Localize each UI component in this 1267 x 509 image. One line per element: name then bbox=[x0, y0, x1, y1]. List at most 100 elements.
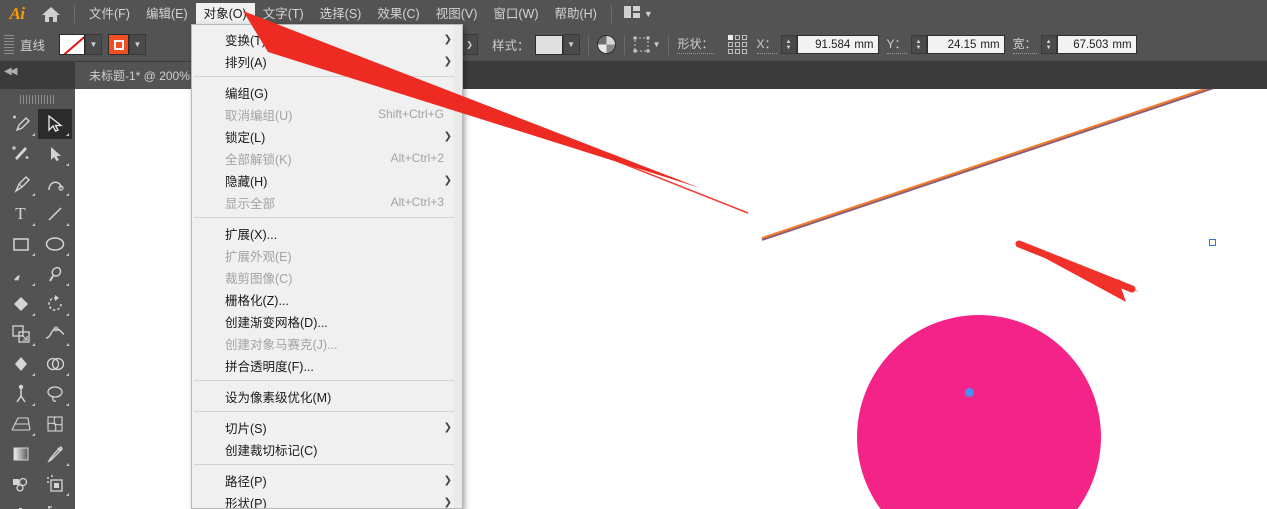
fill-dropdown-caret[interactable]: ▼ bbox=[85, 34, 102, 55]
column-graph-tool[interactable] bbox=[4, 499, 38, 509]
menu-select[interactable]: 选择(S) bbox=[312, 3, 370, 25]
home-icon[interactable] bbox=[34, 6, 68, 23]
menu-group-4: 切片(S)❯ 创建裁切标记(C) bbox=[192, 416, 462, 460]
free-transform-tool[interactable] bbox=[4, 349, 38, 379]
eraser-tool[interactable] bbox=[4, 289, 38, 319]
menu-item-expand[interactable]: 扩展(X)... bbox=[192, 222, 462, 244]
menu-type[interactable]: 文字(T) bbox=[255, 3, 312, 25]
tool-group-corner bbox=[32, 193, 35, 196]
lasso-tool[interactable] bbox=[38, 379, 72, 409]
blob-brush-tool[interactable] bbox=[38, 259, 72, 289]
paintbrush-tool[interactable] bbox=[4, 259, 38, 289]
collapse-panel-icon[interactable]: ◀◀ bbox=[4, 66, 15, 77]
fill-swatch[interactable] bbox=[59, 34, 85, 55]
menu-view[interactable]: 视图(V) bbox=[428, 3, 486, 25]
menu-group-0: 变换(T)❯ 排列(A)❯ bbox=[192, 28, 462, 72]
width-stepper[interactable]: ▲▼ bbox=[1041, 35, 1057, 54]
artwork-circle[interactable] bbox=[857, 315, 1101, 509]
menu-item-transform[interactable]: 变换(T)❯ bbox=[192, 28, 462, 50]
menu-item-label: 栅格化(Z)... bbox=[225, 290, 289, 309]
width-unit: mm bbox=[1112, 39, 1131, 51]
menu-file[interactable]: 文件(F) bbox=[81, 3, 138, 25]
width-label: 宽： bbox=[1013, 35, 1037, 54]
rectangle-tool[interactable] bbox=[4, 229, 38, 259]
shaper-tool[interactable] bbox=[4, 109, 38, 139]
style-dropdown-caret[interactable]: ▼ bbox=[563, 34, 580, 55]
menu-item-make-pixel-perfect[interactable]: 设为像素级优化(M) bbox=[192, 385, 462, 407]
tools-grid: T bbox=[0, 109, 75, 509]
menu-item-hide[interactable]: 隐藏(H)❯ bbox=[192, 169, 462, 191]
width-tool[interactable] bbox=[38, 319, 72, 349]
object-type-label: 直线 bbox=[20, 35, 45, 54]
puppet-warp-tool[interactable] bbox=[4, 379, 38, 409]
menu-separator bbox=[194, 464, 460, 465]
y-input[interactable]: 24.15 mm bbox=[927, 35, 1005, 54]
direct-selection-tool[interactable] bbox=[38, 139, 72, 169]
menu-item-arrange[interactable]: 排列(A)❯ bbox=[192, 50, 462, 72]
magic-wand-tool[interactable] bbox=[4, 139, 38, 169]
graphic-style-swatch[interactable] bbox=[535, 35, 563, 55]
menubar-divider bbox=[74, 5, 75, 23]
x-stepper[interactable]: ▲▼ bbox=[781, 35, 797, 54]
width-input[interactable]: 67.503 mm bbox=[1057, 35, 1137, 54]
menu-help[interactable]: 帮助(H) bbox=[547, 3, 605, 25]
menu-group-2: 扩展(X)... 扩展外观(E) 裁剪图像(C) 栅格化(Z)... 创建渐变网… bbox=[192, 222, 462, 376]
x-input[interactable]: 91.584 mm bbox=[797, 35, 879, 54]
menu-item-crop-image: 裁剪图像(C) bbox=[192, 266, 462, 288]
menu-item-lock[interactable]: 锁定(L)❯ bbox=[192, 125, 462, 147]
gradient-tool[interactable] bbox=[4, 439, 38, 469]
menu-item-label: 变换(T) bbox=[225, 30, 266, 49]
pen-tool[interactable] bbox=[4, 169, 38, 199]
tool-group-corner bbox=[66, 403, 69, 406]
selection-tool[interactable] bbox=[38, 109, 72, 139]
control-bar-grip[interactable] bbox=[4, 35, 14, 55]
menu-item-slice[interactable]: 切片(S)❯ bbox=[192, 416, 462, 438]
shape-builder-tool[interactable] bbox=[38, 349, 72, 379]
workspace-switcher[interactable]: ▼ bbox=[618, 3, 659, 25]
ellipse-tool[interactable] bbox=[38, 229, 72, 259]
menu-item-path[interactable]: 路径(P)❯ bbox=[192, 469, 462, 491]
reference-point-icon[interactable] bbox=[728, 35, 747, 54]
no-fill-slash-icon bbox=[60, 34, 85, 55]
stroke-swatch[interactable] bbox=[108, 34, 129, 55]
illustrator-window: Ai 文件(F) 编辑(E) 对象(O) 文字(T) 选择(S) 效果(C) 视… bbox=[0, 0, 1267, 509]
stroke-dropdown-caret[interactable]: ▼ bbox=[129, 34, 146, 55]
opacity-flyout-caret[interactable]: ❯ bbox=[461, 34, 478, 55]
menu-edit[interactable]: 编辑(E) bbox=[138, 3, 196, 25]
line-segment-tool[interactable] bbox=[38, 199, 72, 229]
anchor-point-end[interactable] bbox=[1209, 239, 1216, 246]
type-tool[interactable]: T bbox=[4, 199, 38, 229]
perspective-grid-tool[interactable] bbox=[4, 409, 38, 439]
menu-item-group[interactable]: 编组(G)Ctrl+G bbox=[192, 81, 462, 103]
mesh-tool[interactable] bbox=[38, 409, 72, 439]
recolor-artwork-icon[interactable] bbox=[597, 35, 616, 54]
menu-scrollbar[interactable] bbox=[454, 25, 462, 509]
y-label: Y： bbox=[887, 35, 907, 54]
menu-window[interactable]: 窗口(W) bbox=[485, 3, 546, 25]
menu-item-shortcut: Shift+Ctrl+G bbox=[378, 107, 452, 121]
transform-panel-button[interactable]: ▼ bbox=[633, 36, 661, 53]
menu-item-create-trim-marks[interactable]: 创建裁切标记(C) bbox=[192, 438, 462, 460]
control-bar-divider-3 bbox=[668, 35, 669, 55]
menu-item-flatten-transparency[interactable]: 拼合透明度(F)... bbox=[192, 354, 462, 376]
object-menu-dropdown[interactable]: 变换(T)❯ 排列(A)❯ 编组(G)Ctrl+G 取消编组(U)Shift+C… bbox=[191, 24, 463, 509]
menu-item-create-gradient-mesh[interactable]: 创建渐变网格(D)... bbox=[192, 310, 462, 332]
tools-panel-grip[interactable] bbox=[20, 95, 56, 104]
artboard-tool[interactable] bbox=[38, 499, 72, 509]
rotate-tool[interactable] bbox=[38, 289, 72, 319]
curvature-tool[interactable] bbox=[38, 169, 72, 199]
y-stepper[interactable]: ▲▼ bbox=[911, 35, 927, 54]
document-tab[interactable]: 未标题-1* @ 200% bbox=[75, 62, 204, 89]
width-value: 67.503 bbox=[1073, 39, 1108, 51]
blend-tool[interactable] bbox=[4, 469, 38, 499]
scale-tool[interactable] bbox=[4, 319, 38, 349]
eyedropper-tool[interactable] bbox=[38, 439, 72, 469]
tool-group-corner bbox=[32, 253, 35, 256]
symbol-sprayer-tool[interactable] bbox=[38, 469, 72, 499]
menu-item-rasterize[interactable]: 栅格化(Z)... bbox=[192, 288, 462, 310]
menu-object[interactable]: 对象(O) bbox=[196, 3, 255, 25]
tool-group-corner bbox=[32, 133, 35, 136]
menu-item-shape[interactable]: 形状(P)❯ bbox=[192, 491, 462, 509]
artwork-line-path[interactable] bbox=[762, 89, 1267, 241]
menu-effect[interactable]: 效果(C) bbox=[369, 3, 427, 25]
